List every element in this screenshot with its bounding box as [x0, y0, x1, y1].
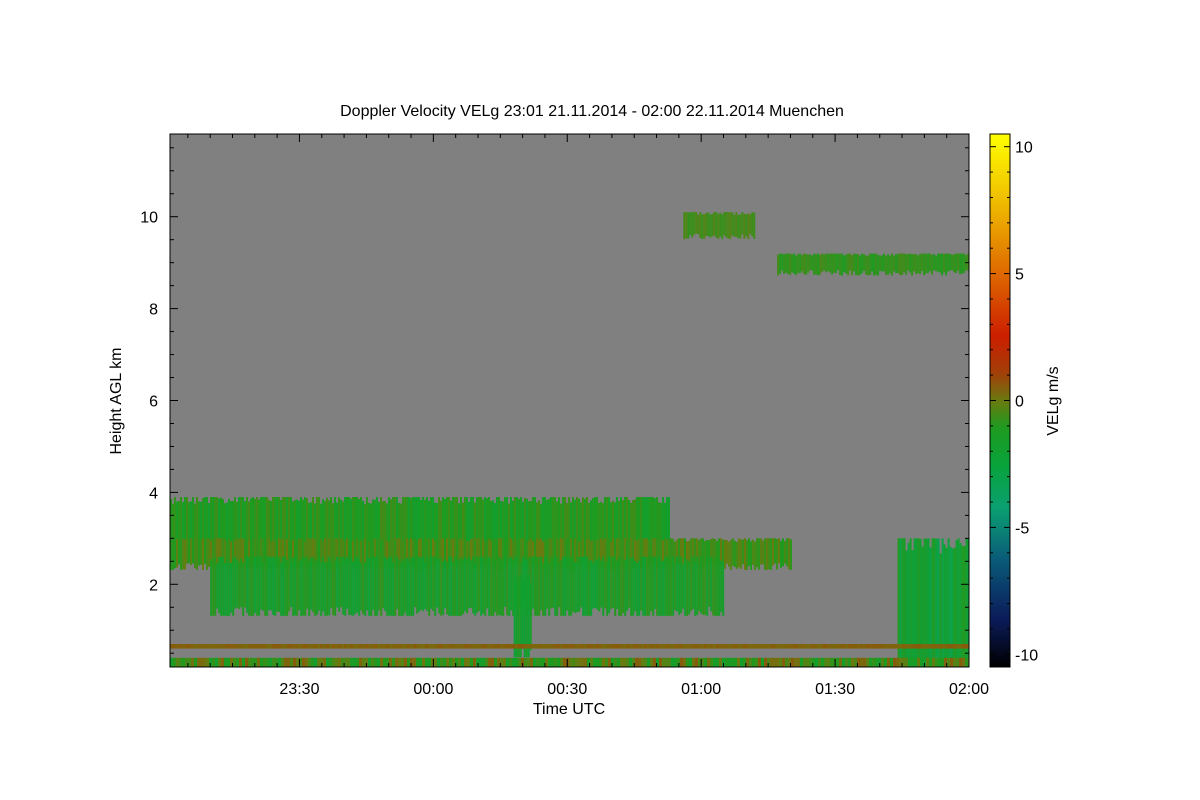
y-tick-label: 10 [140, 210, 158, 227]
x-tick-label: 01:00 [681, 681, 721, 698]
colorbar-tick-label: 5 [1015, 267, 1024, 284]
feature-cirrus-layer [777, 253, 969, 276]
y-axis-label: Height AGL km [108, 347, 125, 454]
y-tick-label: 2 [149, 577, 158, 594]
y-tick-label: 8 [149, 302, 158, 319]
y-tick-label: 6 [149, 394, 158, 411]
x-tick-label: 01:30 [815, 681, 855, 698]
colorbar-tick-label: -5 [1015, 520, 1029, 537]
feature-falling-streaks [210, 556, 725, 616]
y-tick-label: 4 [149, 485, 158, 502]
colorbar-tick-label: 10 [1015, 140, 1033, 157]
feature-precipitation [897, 538, 969, 667]
colorbar-tick-label: 0 [1015, 394, 1024, 411]
colorbar-tick-label: -10 [1015, 647, 1038, 664]
doppler-velocity-figure: Doppler Velocity VELg 23:01 21.11.2014 -… [108, 103, 1062, 718]
x-axis-label: Time UTC [533, 701, 605, 718]
x-tick-label: 02:00 [949, 681, 989, 698]
feature-surface-clutter-red-line- [170, 644, 969, 649]
x-tick-label: 00:30 [547, 681, 587, 698]
x-tick-label: 00:00 [413, 681, 453, 698]
feature-surface-clutter [170, 657, 969, 667]
chart-title: Doppler Velocity VELg 23:01 21.11.2014 -… [340, 103, 844, 120]
colorbar-label: VELg m/s [1045, 366, 1062, 435]
x-tick-label: 23:30 [279, 681, 319, 698]
